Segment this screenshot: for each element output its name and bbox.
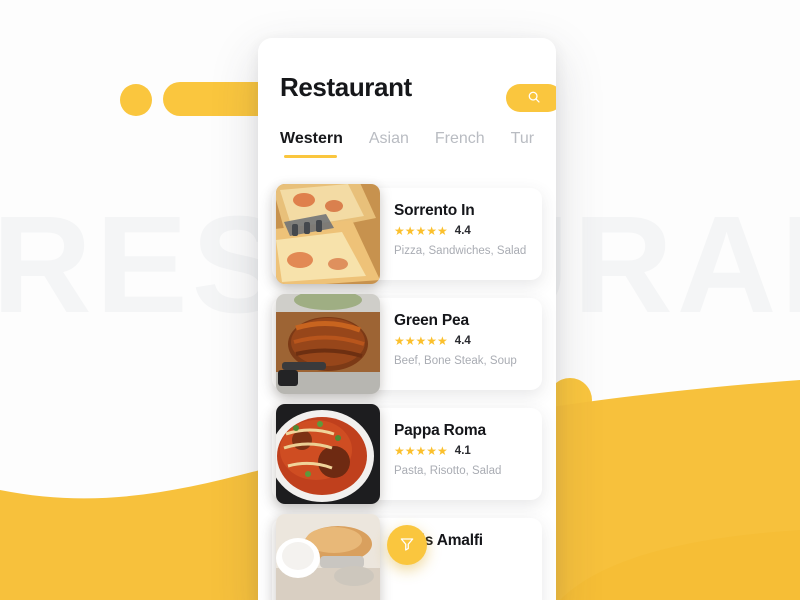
restaurant-tags: Pizza, Sandwiches, Salad bbox=[394, 245, 527, 257]
pasta-meatballs-photo bbox=[276, 404, 380, 504]
rating-row: ★★★★★ 4.1 bbox=[394, 445, 532, 457]
funnel-filter-icon bbox=[399, 536, 415, 555]
roast-beef-photo bbox=[276, 294, 380, 394]
category-tabs: Western Asian French Tur bbox=[258, 130, 556, 182]
filter-button[interactable] bbox=[387, 525, 427, 565]
search-icon bbox=[527, 90, 541, 107]
star-rating-icon: ★★★★★ bbox=[394, 334, 448, 348]
rating-value: 4.1 bbox=[454, 445, 471, 457]
restaurant-card[interactable]: Pappa Roma ★★★★★ 4.1 Pasta, Risotto, Sal… bbox=[272, 404, 542, 504]
tab-french[interactable]: French bbox=[435, 130, 485, 158]
star-rating-icon: ★★★★★ bbox=[394, 444, 448, 458]
app-screen: RESTAURANT Restaurant Western Asian bbox=[0, 0, 800, 600]
tab-turkish[interactable]: Tur bbox=[511, 130, 534, 158]
rating-row: ★★★★★ 4.4 bbox=[394, 225, 532, 237]
star-rating-icon: ★★★★★ bbox=[394, 224, 448, 238]
tab-western[interactable]: Western bbox=[280, 130, 343, 158]
restaurant-name: Sorrento In bbox=[394, 202, 475, 219]
restaurant-info: Green Pea ★★★★★ 4.4 Beef, Bone Steak, So… bbox=[380, 298, 542, 390]
tab-asian[interactable]: Asian bbox=[369, 130, 409, 158]
rating-value: 4.4 bbox=[454, 225, 471, 237]
restaurant-tags: Beef, Bone Steak, Soup bbox=[394, 355, 517, 367]
restaurant-info: Sorrento In ★★★★★ 4.4 Pizza, Sandwiches,… bbox=[380, 188, 542, 280]
bread-basket-photo bbox=[276, 514, 380, 600]
restaurant-card[interactable]: Sorrento In ★★★★★ 4.4 Pizza, Sandwiches,… bbox=[272, 184, 542, 284]
restaurant-card[interactable]: Green Pea ★★★★★ 4.4 Beef, Bone Steak, So… bbox=[272, 294, 542, 394]
app-header: Restaurant bbox=[258, 38, 556, 130]
phone-mockup: Restaurant Western Asian French Tur Sorr… bbox=[258, 38, 556, 600]
rating-row: ★★★★★ 4.4 bbox=[394, 335, 532, 347]
restaurant-name: Pappa Roma bbox=[394, 422, 486, 439]
restaurant-name: Green Pea bbox=[394, 312, 469, 329]
pizza-slices-photo bbox=[276, 184, 380, 284]
rating-value: 4.4 bbox=[454, 335, 471, 347]
restaurant-info: Pappa Roma ★★★★★ 4.1 Pasta, Risotto, Sal… bbox=[380, 408, 542, 500]
restaurant-tags: Pasta, Risotto, Salad bbox=[394, 465, 502, 477]
decorative-circle-left bbox=[120, 84, 152, 116]
search-button[interactable] bbox=[506, 84, 556, 112]
